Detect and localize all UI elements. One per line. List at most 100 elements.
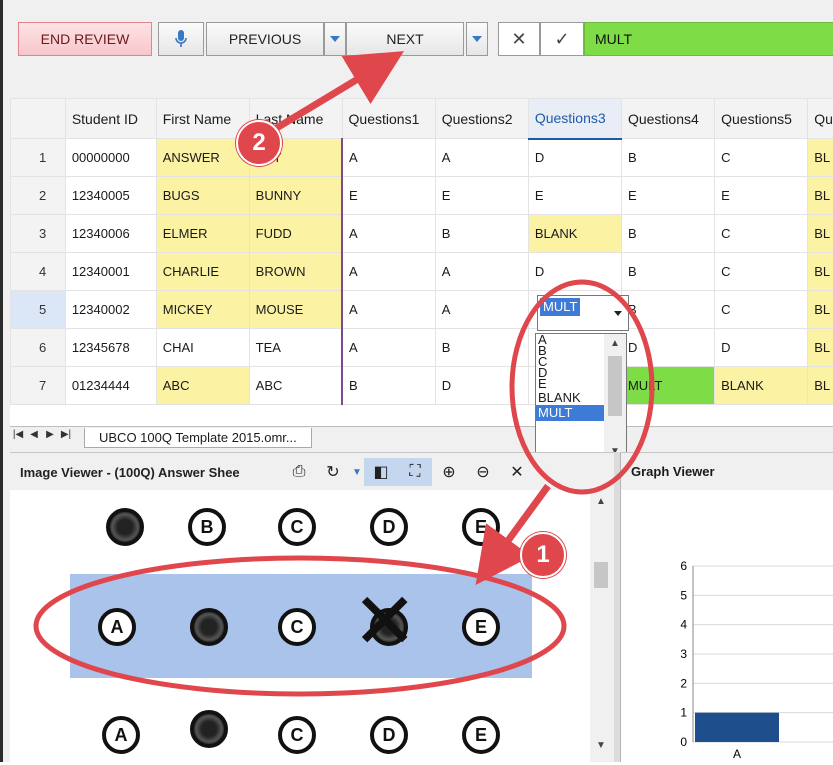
column-header-first-name[interactable]: First Name	[156, 99, 249, 139]
cell-q5[interactable]: E	[715, 177, 808, 215]
table-row[interactable]: 1 00000000 ANSWER KEY A A D B C BL	[11, 139, 833, 177]
cell-q5[interactable]: D	[715, 329, 808, 367]
row-number[interactable]: 1	[11, 139, 66, 177]
sheet-tab[interactable]: UBCO 100Q Template 2015.omr...	[84, 428, 312, 448]
cell-q2[interactable]: E	[435, 177, 528, 215]
previous-button[interactable]: PREVIOUS	[206, 22, 324, 56]
cell-student-id[interactable]: 12340002	[65, 291, 156, 329]
table-row[interactable]: 3 12340006 ELMER FUDD A B BLANK B C BL	[11, 215, 833, 253]
cell-first-name[interactable]: ABC	[156, 367, 249, 405]
table-row[interactable]: 4 12340001 CHARLIE BROWN A A D B C BL	[11, 253, 833, 291]
scrollbar-thumb[interactable]	[608, 356, 622, 416]
compare-icon[interactable]: ◧	[364, 458, 398, 486]
column-header-questions3[interactable]: Questions3	[528, 99, 621, 139]
cell-q6[interactable]: BL	[808, 139, 833, 177]
cell-q2[interactable]: D	[435, 367, 528, 405]
column-header-student-id[interactable]: Student ID	[65, 99, 156, 139]
cell-q1[interactable]: E	[342, 177, 435, 215]
cell-q5[interactable]: BLANK	[715, 367, 808, 405]
cell-first-name[interactable]: CHARLIE	[156, 253, 249, 291]
row-number[interactable]: 4	[11, 253, 66, 291]
cell-first-name[interactable]: BUGS	[156, 177, 249, 215]
cell-q3[interactable]: E	[528, 177, 621, 215]
cell-q6[interactable]: BL	[808, 367, 833, 405]
cell-q2[interactable]: B	[435, 329, 528, 367]
cell-q3[interactable]: D	[528, 139, 621, 177]
cell-q5[interactable]: C	[715, 215, 808, 253]
cell-last-name[interactable]: ABC	[249, 367, 342, 405]
cell-last-name[interactable]: FUDD	[249, 215, 342, 253]
last-sheet-button[interactable]: ▶|	[58, 429, 74, 447]
cell-q1[interactable]: A	[342, 291, 435, 329]
cell-student-id[interactable]: 01234444	[65, 367, 156, 405]
cell-first-name[interactable]: CHAI	[156, 329, 249, 367]
zoom-out-icon[interactable]: ⊖	[466, 458, 500, 486]
cell-last-name[interactable]: BROWN	[249, 253, 342, 291]
cell-q4[interactable]: B	[621, 291, 714, 329]
column-header-questions5[interactable]: Questions5	[715, 99, 808, 139]
dropdown-scrollbar[interactable]: ▲ ▼	[604, 334, 626, 462]
cell-q5[interactable]: C	[715, 253, 808, 291]
chevron-up-icon[interactable]: ▲	[596, 496, 606, 507]
cell-first-name[interactable]: ELMER	[156, 215, 249, 253]
column-header-questions6[interactable]: Qu	[808, 99, 833, 139]
cell-last-name[interactable]: BUNNY	[249, 177, 342, 215]
cell-last-name[interactable]: TEA	[249, 329, 342, 367]
cell-first-name[interactable]: MICKEY	[156, 291, 249, 329]
cell-q6[interactable]: BL	[808, 215, 833, 253]
cell-q1[interactable]: A	[342, 215, 435, 253]
cell-q3[interactable]: D	[528, 253, 621, 291]
cell-last-name[interactable]: MOUSE	[249, 291, 342, 329]
grid-corner[interactable]	[11, 99, 66, 139]
cell-q2[interactable]: A	[435, 253, 528, 291]
cell-q2[interactable]: A	[435, 291, 528, 329]
cell-q2[interactable]: B	[435, 215, 528, 253]
cell-q4[interactable]: B	[621, 215, 714, 253]
next-button[interactable]: NEXT	[346, 22, 464, 56]
zoom-in-icon[interactable]: ⊕	[432, 458, 466, 486]
cancel-edit-button[interactable]: ✕	[498, 22, 540, 56]
cell-q6[interactable]: BL	[808, 253, 833, 291]
previous-dropdown-button[interactable]	[324, 22, 346, 56]
row-number[interactable]: 6	[11, 329, 66, 367]
row-number[interactable]: 5	[11, 291, 66, 329]
cell-q1[interactable]: A	[342, 253, 435, 291]
cell-q1[interactable]: A	[342, 329, 435, 367]
chart-bar[interactable]	[695, 713, 779, 742]
scrollbar-thumb[interactable]	[594, 562, 608, 588]
column-header-questions2[interactable]: Questions2	[435, 99, 528, 139]
chevron-down-icon[interactable]	[608, 296, 628, 330]
table-row[interactable]: 6 12345678 CHAI TEA A B D D BL	[11, 329, 833, 367]
cell-student-id[interactable]: 12340005	[65, 177, 156, 215]
confirm-edit-button[interactable]: ✓	[540, 22, 584, 56]
row-number[interactable]: 2	[11, 177, 66, 215]
chevron-down-icon[interactable]: ▼	[350, 458, 364, 486]
answer-combo-box[interactable]: MULT	[537, 295, 629, 331]
cell-q6[interactable]: BL	[808, 291, 833, 329]
chevron-down-icon[interactable]: ▼	[596, 740, 606, 751]
print-icon[interactable]: ⎙	[282, 458, 316, 486]
cell-q4[interactable]: B	[621, 139, 714, 177]
cell-q6[interactable]: BL	[808, 177, 833, 215]
next-dropdown-button[interactable]	[466, 22, 488, 56]
column-header-questions4[interactable]: Questions4	[621, 99, 714, 139]
cell-q4[interactable]: E	[621, 177, 714, 215]
cell-q5[interactable]: C	[715, 291, 808, 329]
prev-sheet-button[interactable]: ◀	[26, 429, 42, 447]
cell-q4[interactable]: D	[621, 329, 714, 367]
cell-edit-field[interactable]: MULT	[584, 22, 833, 56]
cell-student-id[interactable]: 12340001	[65, 253, 156, 291]
first-sheet-button[interactable]: |◀	[10, 429, 26, 447]
chevron-up-icon[interactable]: ▲	[610, 338, 620, 349]
cell-q5[interactable]: C	[715, 139, 808, 177]
cell-q6[interactable]: BL	[808, 329, 833, 367]
cell-q1[interactable]: A	[342, 139, 435, 177]
column-header-questions1[interactable]: Questions1	[342, 99, 435, 139]
cell-q2[interactable]: A	[435, 139, 528, 177]
table-row[interactable]: 2 12340005 BUGS BUNNY E E E E E BL	[11, 177, 833, 215]
cell-student-id[interactable]: 12340006	[65, 215, 156, 253]
fit-icon[interactable]: ⛶	[398, 458, 432, 486]
cell-q3[interactable]: BLANK	[528, 215, 621, 253]
close-icon[interactable]: ✕	[500, 458, 534, 486]
cell-q4[interactable]: B	[621, 253, 714, 291]
